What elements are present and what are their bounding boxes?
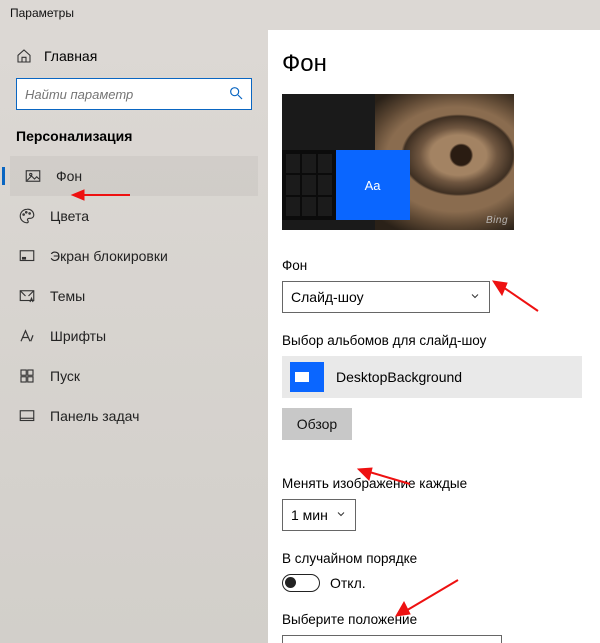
background-select[interactable]: Слайд-шоу <box>282 281 490 313</box>
palette-icon <box>18 207 36 225</box>
window-title: Параметры <box>0 0 600 30</box>
shuffle-state-label: Откл. <box>330 575 366 591</box>
search-wrap <box>16 78 252 110</box>
interval-select-value: 1 мин <box>291 507 328 523</box>
search-input[interactable] <box>16 78 252 110</box>
sidebar-item-start[interactable]: Пуск <box>10 356 258 396</box>
main-content: Фон Aa Bing Фон Слайд-шоу Выбор ал <box>268 30 600 643</box>
image-icon <box>24 167 42 185</box>
start-icon <box>18 367 36 385</box>
lockscreen-icon <box>18 247 36 265</box>
home-icon <box>16 48 32 64</box>
themes-icon <box>18 287 36 305</box>
sidebar-item-label: Шрифты <box>50 328 106 344</box>
sidebar-item-background[interactable]: Фон <box>10 156 258 196</box>
background-field-label: Фон <box>282 258 580 273</box>
sidebar-item-lockscreen[interactable]: Экран блокировки <box>10 236 258 276</box>
shuffle-toggle[interactable] <box>282 574 320 592</box>
sidebar-item-label: Цвета <box>50 208 89 224</box>
sidebar-home[interactable]: Главная <box>10 40 258 78</box>
sidebar-item-label: Темы <box>50 288 85 304</box>
fonts-icon <box>18 327 36 345</box>
fit-field-label: Выберите положение <box>282 612 580 627</box>
sidebar-nav: Фон Цвета Экран блокировки <box>10 156 258 436</box>
interval-select[interactable]: 1 мин <box>282 499 356 531</box>
sidebar-item-label: Панель задач <box>50 408 139 424</box>
sidebar-item-fonts[interactable]: Шрифты <box>10 316 258 356</box>
browse-button[interactable]: Обзор <box>282 408 352 440</box>
preview-brand: Bing <box>486 215 508 226</box>
sidebar-item-label: Пуск <box>50 368 80 384</box>
folder-icon <box>290 362 324 392</box>
sidebar-item-themes[interactable]: Темы <box>10 276 258 316</box>
shuffle-field-label: В случайном порядке <box>282 551 580 566</box>
background-select-value: Слайд-шоу <box>291 289 364 305</box>
page-title: Фон <box>282 50 580 78</box>
chevron-down-icon <box>335 507 347 523</box>
search-icon <box>228 85 244 104</box>
sidebar-home-label: Главная <box>44 48 97 64</box>
sidebar-item-label: Фон <box>56 168 82 184</box>
sidebar-item-label: Экран блокировки <box>50 248 168 264</box>
album-row[interactable]: DesktopBackground <box>282 356 582 398</box>
interval-field-label: Менять изображение каждые <box>282 476 580 491</box>
sidebar-item-taskbar[interactable]: Панель задач <box>10 396 258 436</box>
sidebar-item-colors[interactable]: Цвета <box>10 196 258 236</box>
background-preview: Aa Bing <box>282 94 514 230</box>
album-name: DesktopBackground <box>336 369 462 385</box>
chevron-down-icon <box>469 289 481 305</box>
sidebar: Главная Персонализация Фон <box>0 30 268 643</box>
fit-select[interactable]: Заполнение <box>282 635 502 643</box>
preview-tile: Aa <box>336 150 410 220</box>
album-field-label: Выбор альбомов для слайд-шоу <box>282 333 580 348</box>
sidebar-section-title: Персонализация <box>10 128 258 156</box>
taskbar-icon <box>18 407 36 425</box>
